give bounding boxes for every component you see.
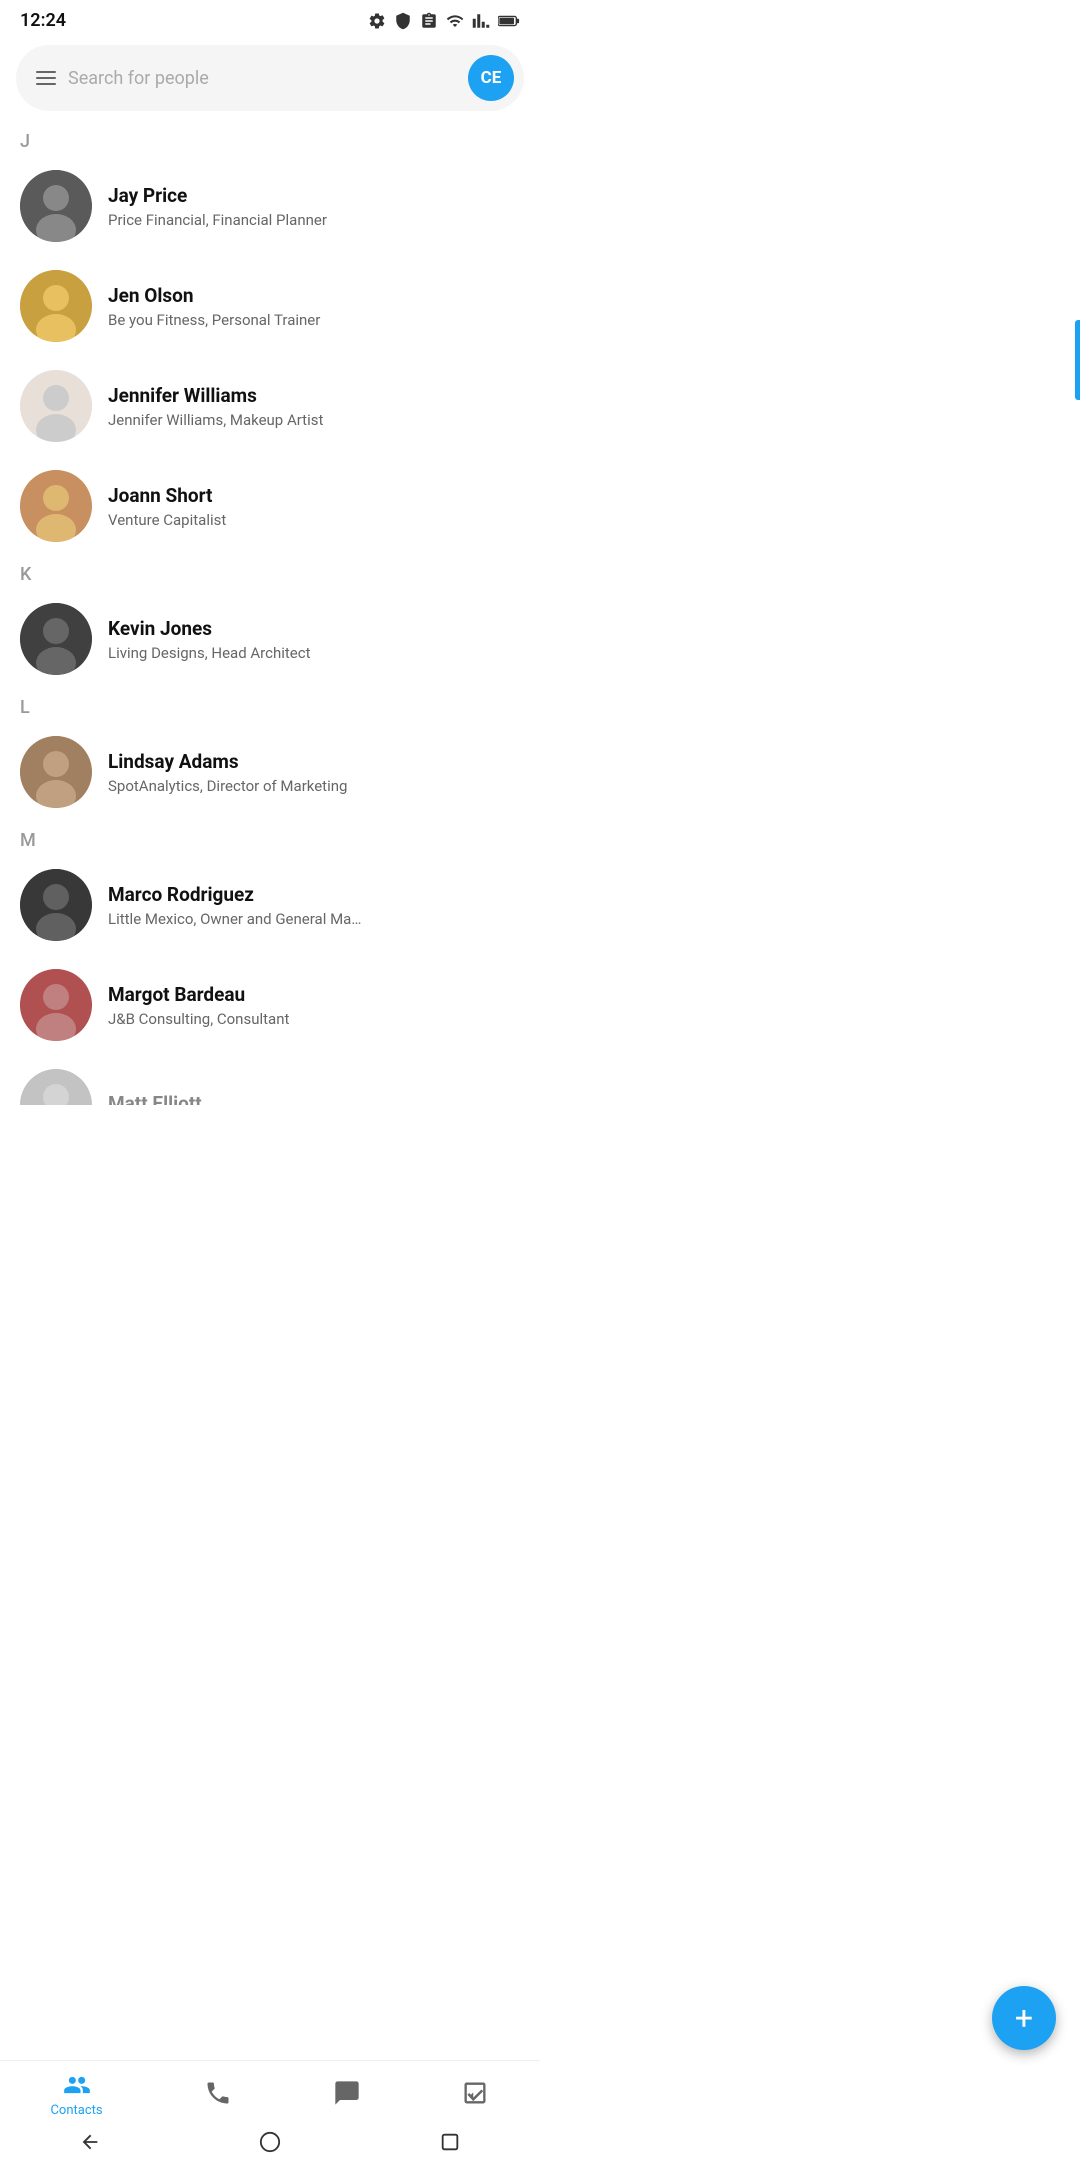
list-item[interactable]: Marco Rodriguez Little Mexico, Owner and… — [0, 855, 540, 955]
contact-name: Jennifer Williams — [108, 384, 520, 407]
contact-list: J Jay Price Price Financial, Financial P… — [0, 123, 540, 1255]
list-item[interactable]: Joann Short Venture Capitalist — [0, 456, 540, 556]
phone-icon — [204, 2079, 232, 2107]
list-item[interactable]: Jen Olson Be you Fitness, Personal Train… — [0, 256, 540, 356]
contact-detail: J&B Consulting, Consultant — [108, 1010, 440, 1028]
menu-button[interactable] — [36, 71, 56, 85]
wifi-icon — [446, 12, 464, 30]
list-item[interactable]: Kevin Jones Living Designs, Head Archite… — [0, 589, 540, 689]
contact-info: Marco Rodriguez Little Mexico, Owner and… — [108, 883, 520, 928]
section-letter-k: K — [0, 556, 540, 589]
contact-info: Margot Bardeau J&B Consulting, Consultan… — [108, 983, 440, 1028]
section-letter-m: M — [0, 822, 540, 855]
contact-name: Margot Bardeau — [108, 983, 440, 1006]
message-icon — [333, 2079, 361, 2107]
nav-tasks[interactable] — [461, 2079, 489, 2111]
contact-detail: Living Designs, Head Architect — [108, 644, 520, 662]
contact-name: Jen Olson — [108, 284, 520, 307]
contact-avatar — [20, 270, 92, 342]
contact-name: Lindsay Adams — [108, 750, 520, 773]
bottom-navigation: Contacts — [0, 2060, 540, 2124]
scroll-indicator — [1075, 320, 1080, 400]
contact-info: Matt Elliott — [108, 1092, 520, 1119]
search-placeholder[interactable]: Search for people — [68, 68, 456, 89]
nav-phone[interactable] — [204, 2079, 232, 2111]
contact-avatar — [20, 736, 92, 808]
section-letter-l: L — [0, 689, 540, 722]
contact-info: Jen Olson Be you Fitness, Personal Train… — [108, 284, 520, 329]
contact-avatar — [20, 370, 92, 442]
status-bar: 12:24 — [0, 0, 540, 37]
contact-name: Matt Elliott — [108, 1092, 520, 1115]
user-avatar-button[interactable]: CE — [468, 55, 514, 101]
signal-icon — [472, 12, 490, 30]
plus-icon: + — [1015, 1999, 1033, 2037]
contact-name: Marco Rodriguez — [108, 883, 520, 906]
contact-avatar — [20, 869, 92, 941]
section-letter-j: J — [0, 123, 540, 156]
shield-icon — [394, 12, 412, 30]
contact-avatar — [20, 969, 92, 1041]
search-bar[interactable]: Search for people CE — [16, 45, 524, 111]
contact-detail: Venture Capitalist — [108, 511, 520, 529]
contact-info: Jay Price Price Financial, Financial Pla… — [108, 184, 520, 229]
contact-detail: Jennifer Williams, Makeup Artist — [108, 411, 520, 429]
list-item[interactable]: Jennifer Williams Jennifer Williams, Mak… — [0, 356, 540, 456]
contacts-label: Contacts — [50, 2103, 102, 2118]
home-button[interactable] — [259, 2131, 281, 2153]
contact-name: Jay Price — [108, 184, 520, 207]
contact-detail: Little Mexico, Owner and General Ma… — [108, 910, 520, 928]
contact-info: Jennifer Williams Jennifer Williams, Mak… — [108, 384, 520, 429]
status-time: 12:24 — [20, 10, 66, 31]
contact-detail: Be you Fitness, Personal Trainer — [108, 311, 520, 329]
gear-icon — [368, 12, 386, 30]
list-item[interactable]: Jay Price Price Financial, Financial Pla… — [0, 156, 540, 256]
contact-avatar — [20, 1069, 92, 1141]
contact-avatar — [20, 470, 92, 542]
add-contact-fab[interactable]: + — [992, 1986, 1056, 2050]
contact-info: Kevin Jones Living Designs, Head Archite… — [108, 617, 520, 662]
contact-info: Lindsay Adams SpotAnalytics, Director of… — [108, 750, 520, 795]
clipboard-icon — [420, 12, 438, 30]
contact-name: Kevin Jones — [108, 617, 520, 640]
recents-button[interactable] — [439, 2131, 461, 2153]
android-navigation-bar — [0, 2124, 540, 2160]
nav-messages[interactable] — [333, 2079, 361, 2111]
nav-contacts[interactable]: Contacts — [50, 2071, 102, 2118]
status-icons — [368, 12, 520, 30]
back-button[interactable] — [79, 2131, 101, 2153]
contact-name: Joann Short — [108, 484, 520, 507]
contacts-icon — [63, 2071, 91, 2099]
contact-detail: SpotAnalytics, Director of Marketing — [108, 777, 520, 795]
contact-avatar — [20, 170, 92, 242]
contact-detail: Price Financial, Financial Planner — [108, 211, 520, 229]
contact-info: Joann Short Venture Capitalist — [108, 484, 520, 529]
list-item[interactable]: Lindsay Adams SpotAnalytics, Director of… — [0, 722, 540, 822]
battery-icon — [498, 14, 520, 28]
checklist-icon — [461, 2079, 489, 2107]
list-item[interactable]: Matt Elliott — [0, 1055, 540, 1155]
contact-avatar — [20, 603, 92, 675]
list-item[interactable]: Margot Bardeau J&B Consulting, Consultan… — [0, 955, 540, 1055]
